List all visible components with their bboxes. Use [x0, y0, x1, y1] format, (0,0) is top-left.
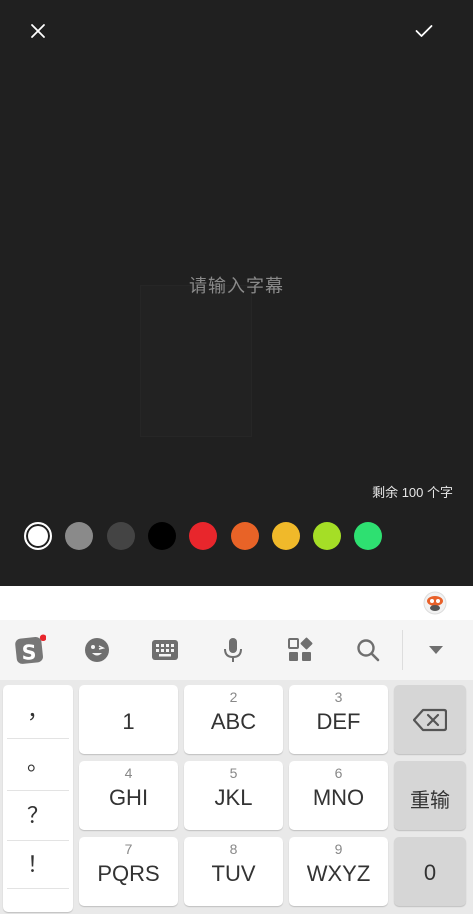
- keyboard-switch-button[interactable]: [149, 634, 181, 666]
- color-swatch-3[interactable]: [106, 522, 135, 550]
- divider: [7, 888, 69, 889]
- subtitle-input[interactable]: 请输入字幕: [0, 272, 473, 298]
- candidate-bar: [0, 586, 473, 620]
- key-9-wxyz[interactable]: 9 WXYZ: [289, 837, 388, 906]
- key-number: 5: [229, 765, 238, 781]
- key-number: 4: [124, 765, 133, 781]
- search-icon: [357, 639, 380, 662]
- color-swatch-8[interactable]: [313, 522, 342, 550]
- subtitle-editor: 请输入字幕 剩余 100 个字: [0, 0, 473, 586]
- background-frame: [140, 285, 252, 437]
- key-label: 重输: [410, 790, 450, 812]
- svg-text:S: S: [22, 640, 37, 664]
- color-swatch-1[interactable]: [24, 522, 52, 550]
- key-label: MNO: [312, 785, 365, 810]
- key-label: 0: [423, 860, 437, 885]
- key-5-jkl[interactable]: 5 JKL: [184, 761, 283, 830]
- close-button[interactable]: [21, 14, 55, 48]
- close-icon: [31, 24, 45, 38]
- punct-period-key[interactable]: 。: [3, 745, 73, 777]
- divider: [7, 738, 69, 739]
- key-7-pqrs[interactable]: 7 PQRS: [79, 837, 178, 906]
- keyboard-toolbar: S: [0, 620, 473, 680]
- key-label: JKL: [214, 785, 253, 810]
- key-number: 3: [334, 689, 343, 705]
- key-number: 6: [334, 765, 343, 781]
- key-label: TUV: [211, 861, 256, 886]
- sogou-logo-button[interactable]: S: [14, 634, 46, 666]
- key-1[interactable]: 1: [79, 685, 178, 754]
- collapse-keyboard-button[interactable]: [420, 634, 452, 666]
- divider: [7, 790, 69, 791]
- key-2-abc[interactable]: 2 ABC: [184, 685, 283, 754]
- key-4-ghi[interactable]: 4 GHI: [79, 761, 178, 830]
- key-number: 7: [124, 841, 133, 857]
- emoji-icon: [85, 638, 109, 662]
- search-button[interactable]: [352, 634, 384, 666]
- punctuation-column: ， 。 ？ ！: [3, 685, 73, 912]
- key-0[interactable]: 0: [394, 837, 466, 906]
- voice-input-button[interactable]: [217, 634, 249, 666]
- color-swatch-2[interactable]: [65, 522, 94, 550]
- key-label: ABC: [210, 709, 257, 734]
- sogou-logo-icon: S: [15, 634, 46, 664]
- punct-comma-key[interactable]: ，: [3, 693, 73, 725]
- punct-question-key[interactable]: ？: [3, 798, 73, 830]
- color-swatch-9[interactable]: [354, 522, 383, 550]
- reenter-key[interactable]: 重输: [394, 761, 466, 830]
- key-number: 9: [334, 841, 343, 857]
- key-label: GHI: [108, 785, 149, 810]
- keyboard-icon: [152, 640, 178, 660]
- divider: [7, 840, 69, 841]
- emoji-button[interactable]: [81, 634, 113, 666]
- keypad: ， 。 ？ ！ 1 2 ABC 3 DEF 4 GHI 5 JKL 6 MNO …: [0, 680, 473, 914]
- key-8-tuv[interactable]: 8 TUV: [184, 837, 283, 906]
- toolbar-divider: [402, 630, 403, 670]
- key-3-def[interactable]: 3 DEF: [289, 685, 388, 754]
- backspace-key[interactable]: [394, 685, 466, 754]
- color-swatch-6[interactable]: [230, 522, 259, 550]
- sogou-keyboard: S ， 。 ？ ！ 1 2 ABC 3 DEF 4 GHI 5 JKL 6 MN…: [0, 586, 473, 914]
- punct-exclaim-key[interactable]: ！: [3, 847, 73, 879]
- color-swatch-5[interactable]: [189, 522, 218, 550]
- mascot-icon[interactable]: [423, 591, 447, 615]
- apps-grid-icon: [288, 637, 313, 661]
- key-label: PQRS: [97, 861, 160, 886]
- check-icon: [415, 25, 433, 37]
- backspace-icon: [413, 708, 447, 732]
- microphone-icon: [224, 638, 242, 662]
- confirm-button[interactable]: [407, 14, 441, 48]
- key-label: WXYZ: [306, 861, 371, 886]
- apps-button[interactable]: [284, 634, 316, 666]
- key-6-mno[interactable]: 6 MNO: [289, 761, 388, 830]
- key-number: 8: [229, 841, 238, 857]
- color-swatch-4[interactable]: [147, 522, 176, 550]
- key-label: DEF: [316, 709, 361, 734]
- key-label: 1: [122, 709, 135, 734]
- collapse-arrow-icon: [429, 646, 443, 654]
- color-swatch-7[interactable]: [271, 522, 300, 550]
- remaining-count: 剩余 100 个字: [372, 485, 453, 500]
- key-number: 2: [229, 689, 238, 705]
